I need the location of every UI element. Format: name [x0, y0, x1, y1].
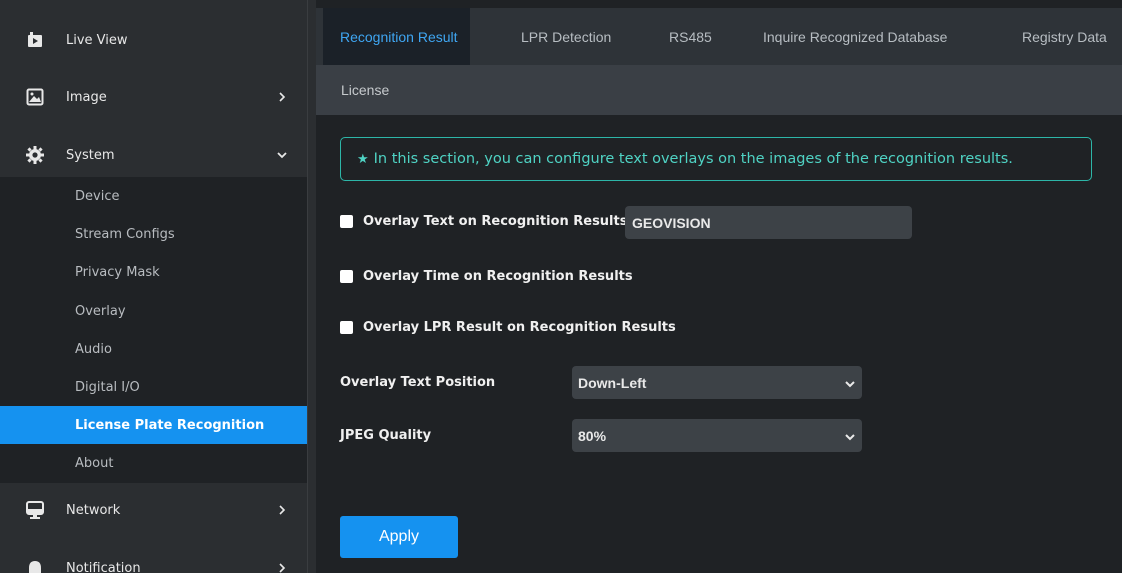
overlay-text-checkbox[interactable]	[340, 215, 353, 228]
sidebar-item-license-plate-recognition[interactable]: License Plate Recognition	[0, 406, 307, 444]
notice-text: In this section, you can configure text …	[373, 151, 1013, 167]
apply-button[interactable]: Apply	[340, 516, 458, 558]
chevron-right-icon	[276, 504, 288, 516]
star-icon: ★	[357, 151, 369, 167]
monitor-icon	[24, 499, 46, 521]
overlay-text-input[interactable]: GEOVISION	[625, 206, 912, 239]
overlay-text-row: Overlay Text on Recognition Results	[340, 214, 627, 229]
sidebar-item-privacy-mask[interactable]: Privacy Mask	[0, 253, 307, 291]
system-submenu: Device Stream Configs Privacy Mask Overl…	[0, 177, 307, 483]
nav-image-label: Image	[66, 89, 107, 105]
overlay-position-label: Overlay Text Position	[340, 375, 496, 390]
sidebar-item-device[interactable]: Device	[0, 177, 307, 215]
tab-recognition-result[interactable]: Recognition Result	[323, 8, 470, 65]
sidebar-item-audio[interactable]: Audio	[0, 330, 307, 368]
chevron-down-icon	[276, 149, 288, 161]
sub-tab-bar: License	[316, 65, 1122, 115]
sidebar-item-stream-configs[interactable]: Stream Configs	[0, 215, 307, 253]
overlay-lpr-label: Overlay LPR Result on Recognition Result…	[363, 320, 676, 335]
nav-network[interactable]: Network	[0, 488, 307, 532]
nav-notification[interactable]: Notification	[0, 548, 307, 573]
gear-icon	[24, 144, 46, 166]
sidebar: Live View Image System Device Stream Con…	[0, 0, 307, 573]
chevron-down-icon	[844, 430, 856, 442]
main-content: Recognition Result LPR Detection RS485 I…	[316, 0, 1122, 573]
chevron-right-icon	[276, 562, 288, 573]
overlay-time-checkbox[interactable]	[340, 270, 353, 283]
overlay-lpr-row: Overlay LPR Result on Recognition Result…	[340, 320, 676, 335]
tab-lpr-detection[interactable]: LPR Detection	[521, 8, 611, 65]
image-icon	[24, 86, 46, 108]
overlay-lpr-checkbox[interactable]	[340, 321, 353, 334]
sidebar-item-overlay[interactable]: Overlay	[0, 292, 307, 330]
sidebar-divider	[307, 0, 316, 573]
nav-live-view-label: Live View	[66, 32, 128, 48]
sidebar-item-about[interactable]: About	[0, 444, 307, 482]
subtab-license[interactable]: License	[341, 82, 389, 98]
tab-rs485[interactable]: RS485	[669, 8, 712, 65]
bell-icon	[24, 557, 46, 573]
video-camera-icon	[24, 29, 46, 51]
overlay-text-label: Overlay Text on Recognition Results	[363, 214, 628, 229]
tab-bar: Recognition Result LPR Detection RS485 I…	[316, 8, 1122, 65]
jpeg-quality-label: JPEG Quality	[340, 428, 432, 443]
nav-system-label: System	[66, 147, 115, 163]
overlay-position-select[interactable]: Down-Left	[572, 366, 862, 399]
sidebar-item-digital-io[interactable]: Digital I/O	[0, 368, 307, 406]
nav-notification-label: Notification	[66, 560, 141, 573]
nav-network-label: Network	[66, 502, 121, 518]
chevron-down-icon	[844, 377, 856, 389]
nav-live-view[interactable]: Live View	[0, 19, 307, 61]
chevron-right-icon	[276, 91, 288, 103]
overlay-time-label: Overlay Time on Recognition Results	[363, 269, 633, 284]
tab-inquire-recognized-database[interactable]: Inquire Recognized Database	[763, 8, 947, 65]
tab-registry-data[interactable]: Registry Data	[1022, 8, 1107, 65]
nav-image[interactable]: Image	[0, 76, 307, 118]
info-notice: ★ In this section, you can configure tex…	[340, 137, 1092, 181]
jpeg-quality-select[interactable]: 80%	[572, 419, 862, 452]
nav-system[interactable]: System	[0, 133, 307, 177]
overlay-time-row: Overlay Time on Recognition Results	[340, 269, 633, 284]
